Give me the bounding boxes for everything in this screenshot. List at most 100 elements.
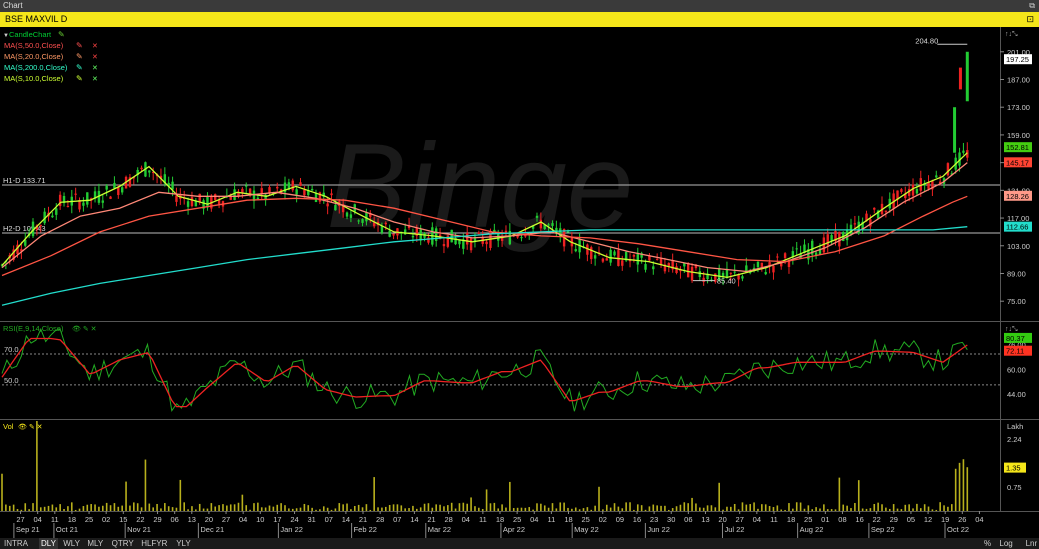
candle-body bbox=[175, 195, 178, 202]
candle-body bbox=[776, 256, 779, 258]
volume-bar bbox=[70, 502, 73, 511]
volume-bar bbox=[59, 504, 61, 511]
rsi-controls-icon: 👁 ✎ ✕ bbox=[72, 325, 97, 333]
volume-bar bbox=[947, 506, 949, 511]
date-tick-label: 06 bbox=[170, 515, 178, 524]
price-badge-label: 152.81 bbox=[1006, 143, 1029, 152]
tab-intra[interactable]: INTRA bbox=[4, 538, 28, 549]
volume-bar bbox=[950, 504, 953, 511]
volume-bar bbox=[923, 504, 926, 511]
volume-bar bbox=[749, 504, 752, 511]
legend-item-1: MA(S,50.0,Close) bbox=[4, 41, 64, 50]
volume-bar bbox=[722, 509, 724, 511]
volume-bar bbox=[148, 503, 151, 511]
candle-body bbox=[756, 261, 760, 268]
date-tick-label: 11 bbox=[51, 515, 59, 524]
candle-body bbox=[140, 167, 143, 170]
volume-bar bbox=[869, 508, 872, 511]
candle-body bbox=[760, 262, 764, 267]
volume-bar bbox=[384, 506, 387, 511]
candle-body bbox=[953, 107, 957, 153]
volume-bar bbox=[288, 508, 290, 511]
volume-bar bbox=[338, 503, 341, 511]
date-tick-label: 19 bbox=[941, 515, 949, 524]
date-tick-label: 04 bbox=[462, 515, 470, 524]
date-tick-label: 20 bbox=[718, 515, 726, 524]
date-tick-label: 13 bbox=[701, 515, 709, 524]
volume-bar bbox=[745, 504, 748, 511]
candle-body bbox=[310, 188, 314, 191]
volume-bar bbox=[695, 503, 697, 511]
candle-body bbox=[551, 223, 554, 226]
rsi-tick-label: 44.00 bbox=[1007, 390, 1026, 399]
volume-bar bbox=[253, 503, 255, 511]
volume-bar bbox=[714, 507, 717, 511]
volume-bar bbox=[268, 505, 271, 511]
tab-hlfyr[interactable]: HLFYR bbox=[141, 538, 167, 549]
window-title: Chart bbox=[3, 1, 23, 10]
month-label: Oct 22 bbox=[947, 525, 969, 534]
volume-bar bbox=[916, 503, 918, 511]
scale-log[interactable]: Log bbox=[999, 538, 1012, 549]
volume-bar bbox=[229, 504, 232, 511]
tab-yly[interactable]: YLY bbox=[176, 538, 191, 549]
volume-bar bbox=[671, 508, 674, 511]
candle-body bbox=[601, 258, 605, 262]
date-tick-label: 18 bbox=[496, 515, 504, 524]
date-tick-label: 27 bbox=[736, 515, 744, 524]
volume-bar bbox=[512, 508, 515, 511]
candle-body bbox=[609, 249, 612, 263]
date-tick-label: 04 bbox=[34, 515, 42, 524]
volume-bar bbox=[757, 508, 759, 511]
volume-bar bbox=[702, 507, 705, 511]
volume-bar bbox=[540, 503, 542, 511]
volume-bar bbox=[834, 509, 837, 511]
candle-body bbox=[733, 271, 736, 273]
candle-body bbox=[853, 223, 857, 225]
tab-wly[interactable]: WLY bbox=[63, 538, 80, 549]
volume-bar bbox=[218, 505, 220, 511]
tab-qtry[interactable]: QTRY bbox=[112, 538, 134, 549]
rsi-signal-line[interactable] bbox=[1, 337, 968, 408]
volume-bar bbox=[524, 507, 527, 511]
candle-body bbox=[55, 208, 58, 215]
maximize-icon[interactable]: ⧉ bbox=[1029, 0, 1035, 12]
tab-mly[interactable]: MLY bbox=[87, 538, 103, 549]
month-label: Mar 22 bbox=[428, 525, 451, 534]
volume-bar bbox=[892, 504, 895, 511]
volume-bar bbox=[454, 508, 457, 511]
candle-body bbox=[741, 276, 744, 279]
volume-bar bbox=[117, 506, 120, 511]
volume-bar bbox=[768, 506, 771, 511]
volume-bar bbox=[350, 509, 352, 511]
volume-bar bbox=[621, 508, 624, 511]
candle-body bbox=[555, 227, 558, 232]
legend-edit-icon: ✎ bbox=[76, 74, 83, 83]
date-tick-label: 16 bbox=[855, 515, 863, 524]
pin-icon[interactable]: ⊡ bbox=[1026, 12, 1034, 27]
chart-canvas[interactable]: BingeH1-D 133.71H2-D 109.43204.8085.4020… bbox=[0, 27, 1039, 538]
scale-percent[interactable]: % bbox=[984, 538, 991, 549]
candle-body bbox=[644, 264, 647, 270]
candle-body bbox=[427, 237, 430, 243]
candle-body bbox=[458, 240, 461, 245]
candle-body bbox=[120, 187, 124, 193]
volume-bar bbox=[846, 505, 848, 511]
volume-bar bbox=[206, 508, 209, 511]
volume-bar bbox=[819, 508, 821, 511]
price-badge-label: 145.17 bbox=[1006, 158, 1029, 167]
price-tick-label: 187.00 bbox=[1007, 75, 1030, 84]
volume-bar bbox=[772, 507, 775, 511]
volume-bar bbox=[78, 508, 81, 511]
volume-bar bbox=[334, 508, 337, 511]
volume-bar bbox=[191, 506, 193, 511]
price-tick-label: 103.00 bbox=[1007, 242, 1030, 251]
candle-body bbox=[260, 188, 263, 194]
volume-bar bbox=[943, 505, 945, 511]
tab-dly[interactable]: DLY bbox=[39, 538, 58, 549]
scale-lnr[interactable]: Lnr bbox=[1026, 538, 1038, 549]
month-label: Oct 21 bbox=[56, 525, 78, 534]
candle-body bbox=[477, 232, 481, 234]
rsi-line[interactable] bbox=[1, 327, 968, 413]
volume-bar bbox=[470, 497, 472, 511]
